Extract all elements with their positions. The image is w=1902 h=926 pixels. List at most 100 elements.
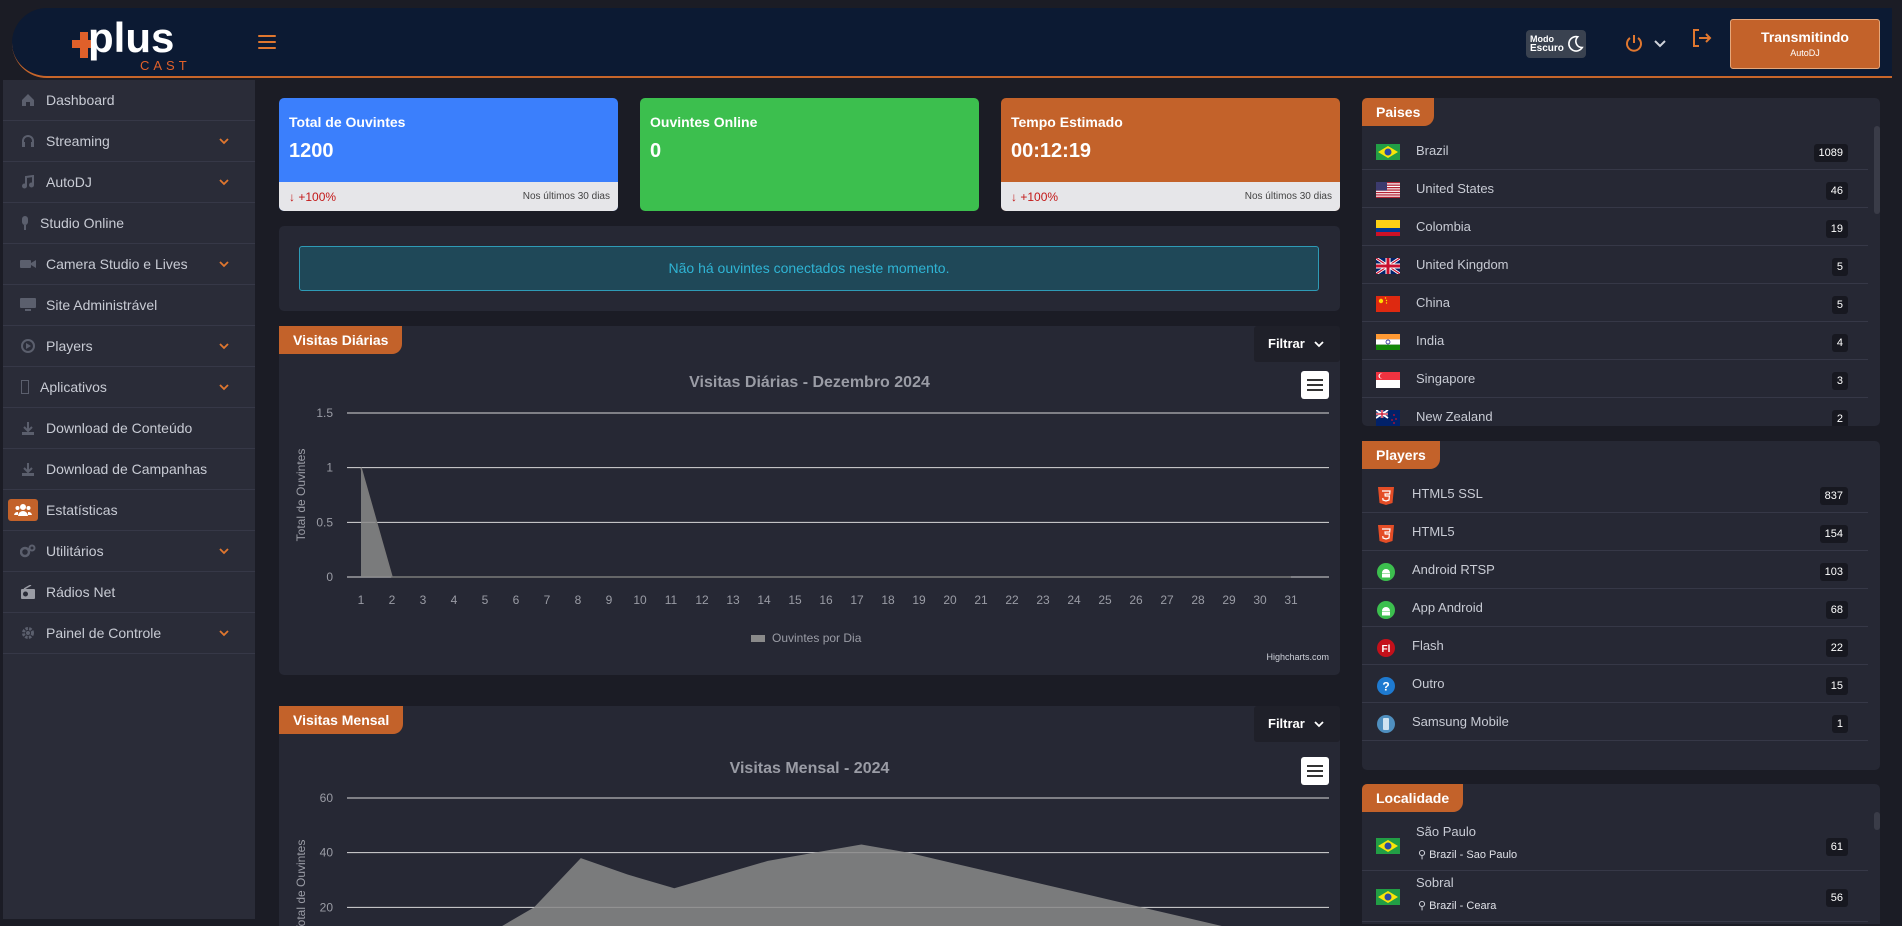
series-area bbox=[502, 844, 1222, 926]
sidebar-item-label: AutoDJ bbox=[46, 174, 92, 190]
arrow-down-icon: ↓ bbox=[1011, 190, 1017, 204]
player-row: Android RTSP 103 bbox=[1362, 551, 1868, 589]
logout-icon[interactable] bbox=[1690, 27, 1712, 49]
sidebar-item-painel-controle[interactable]: Painel de Controle bbox=[3, 613, 255, 654]
play-circle-icon bbox=[20, 338, 36, 354]
country-name: United States bbox=[1416, 181, 1495, 196]
power-icon[interactable] bbox=[1624, 33, 1644, 53]
broadcast-status-button[interactable]: Transmitindo AutoDJ bbox=[1730, 19, 1880, 69]
sidebar-item-streaming[interactable]: Streaming bbox=[3, 121, 255, 162]
monthly-filter-button[interactable]: Filtrar bbox=[1254, 706, 1340, 742]
sidebar-item-autodj[interactable]: AutoDJ bbox=[3, 162, 255, 203]
header-bar: plus CAST Modo Escuro Transmitindo AutoD… bbox=[12, 8, 1892, 78]
monitor-icon bbox=[20, 297, 36, 313]
country-name: India bbox=[1416, 333, 1445, 348]
player-name: Android RTSP bbox=[1412, 562, 1495, 577]
chevron-down-icon bbox=[219, 261, 229, 268]
location-name: São Paulo bbox=[1416, 824, 1476, 839]
sidebar-item-label: Players bbox=[46, 338, 93, 354]
x-tick-label: 22 bbox=[1005, 593, 1019, 607]
x-tick-label: 23 bbox=[1036, 593, 1050, 607]
stat-delta-text: +100% bbox=[298, 190, 337, 204]
sidebar-item-camera-studio[interactable]: Camera Studio e Lives bbox=[3, 244, 255, 285]
sidebar-item-site-admin[interactable]: Site Administrável bbox=[3, 285, 255, 326]
stat-title: Total de Ouvintes bbox=[289, 114, 406, 130]
sidebar-item-radios-net[interactable]: Rádios Net bbox=[3, 572, 255, 613]
users-icon bbox=[8, 499, 38, 521]
country-row: New Zealand 2 bbox=[1362, 398, 1868, 426]
sidebar-item-download-conteudo[interactable]: Download de Conteúdo bbox=[3, 408, 255, 449]
chevron-down-icon bbox=[219, 384, 229, 391]
chart-menu-icon[interactable] bbox=[1301, 371, 1329, 399]
country-count-badge: 3 bbox=[1831, 372, 1848, 390]
location-count-badge: 56 bbox=[1825, 889, 1848, 907]
sidebar-item-aplicativos[interactable]: Aplicativos bbox=[3, 367, 255, 408]
dark-mode-toggle[interactable]: Modo Escuro bbox=[1526, 30, 1586, 58]
series-line bbox=[360, 467, 1291, 578]
legend-swatch bbox=[751, 635, 765, 642]
pluscast-logo[interactable]: plus CAST bbox=[70, 12, 220, 76]
music-note-icon bbox=[20, 174, 36, 190]
player-name: Samsung Mobile bbox=[1412, 714, 1509, 729]
stat-footer: ↓ +100% Nos últimos 30 dias bbox=[279, 182, 618, 211]
x-tick-label: 27 bbox=[1160, 593, 1174, 607]
sidebar-item-download-campanhas[interactable]: Download de Campanhas bbox=[3, 449, 255, 490]
players-panel: Players HTML5 SSL 837 HTML5 154 Android RTSP… bbox=[1362, 441, 1880, 770]
scrollbar[interactable] bbox=[1874, 812, 1880, 830]
logo-cast-text: CAST bbox=[140, 58, 191, 73]
player-count-badge: 837 bbox=[1819, 487, 1848, 505]
chevron-down-icon[interactable] bbox=[1654, 39, 1666, 49]
player-name: Outro bbox=[1412, 676, 1445, 691]
sidebar-item-utilitarios[interactable]: Utilitários bbox=[3, 531, 255, 572]
microphone-icon bbox=[20, 215, 30, 231]
location-subtitle-text: Brazil - Sao Paulo bbox=[1429, 849, 1518, 861]
chevron-down-icon bbox=[1314, 721, 1324, 728]
html5-icon bbox=[1378, 525, 1394, 543]
flag-colombia-icon bbox=[1376, 220, 1400, 236]
flag-india-icon bbox=[1376, 334, 1400, 350]
mobile-icon bbox=[20, 379, 30, 395]
flag-us-icon bbox=[1376, 182, 1400, 198]
sidebar-item-label: Studio Online bbox=[40, 215, 125, 231]
players-tag: Players bbox=[1362, 441, 1440, 469]
country-name: Singapore bbox=[1416, 371, 1476, 386]
x-tick-label: 14 bbox=[757, 593, 771, 607]
chart-menu-icon[interactable] bbox=[1301, 757, 1329, 785]
x-tick-label: 28 bbox=[1191, 593, 1205, 607]
location-name: Sobral bbox=[1416, 875, 1454, 890]
country-name: China bbox=[1416, 295, 1450, 310]
sidebar-item-studio-online[interactable]: Studio Online bbox=[3, 203, 255, 244]
player-row: Samsung Mobile 1 bbox=[1362, 703, 1868, 741]
sidebar-item-dashboard[interactable]: Dashboard bbox=[3, 80, 255, 121]
sidebar-item-players[interactable]: Players bbox=[3, 326, 255, 367]
country-row: United States 46 bbox=[1362, 170, 1868, 208]
sidebar-item-label: Download de Conteúdo bbox=[46, 420, 193, 436]
x-tick-label: 11 bbox=[665, 593, 678, 607]
stat-delta-text: +100% bbox=[1020, 190, 1059, 204]
sidebar-item-estatisticas[interactable]: Estatísticas bbox=[3, 490, 255, 531]
x-tick-label: 17 bbox=[850, 593, 864, 607]
country-count-badge: 46 bbox=[1825, 182, 1848, 200]
country-count-badge: 5 bbox=[1831, 258, 1848, 276]
x-tick-label: 31 bbox=[1284, 593, 1298, 607]
question-icon: ? bbox=[1377, 677, 1395, 695]
stat-card-total-ouvintes: Total de Ouvintes 1200 ↓ +100% Nos últim… bbox=[279, 98, 618, 211]
flag-china-icon bbox=[1376, 296, 1400, 312]
dark-mode-label-2: Escuro bbox=[1530, 43, 1564, 54]
daily-filter-button[interactable]: Filtrar bbox=[1254, 326, 1340, 362]
chevron-down-icon bbox=[219, 630, 229, 637]
countries-panel: Paises Brazil 1089 United States 46 Colombia… bbox=[1362, 98, 1880, 426]
scrollbar[interactable] bbox=[1874, 126, 1880, 214]
country-row: Singapore 3 bbox=[1362, 360, 1868, 398]
x-tick-label: 10 bbox=[633, 593, 647, 607]
sidebar-item-label: Utilitários bbox=[46, 543, 104, 559]
arrow-down-icon: ↓ bbox=[289, 190, 295, 204]
alert-panel: Não há ouvintes conectados neste momento… bbox=[279, 226, 1340, 311]
country-count-badge: 5 bbox=[1831, 296, 1848, 314]
y-tick-label: 40 bbox=[320, 846, 334, 860]
stat-value: 00:12:19 bbox=[1011, 140, 1092, 162]
hamburger-menu-icon[interactable] bbox=[258, 35, 276, 49]
x-tick-label: 25 bbox=[1098, 593, 1112, 607]
stat-delta: ↓ +100% bbox=[289, 190, 336, 204]
y-axis-label: Total de Ouvintes bbox=[294, 840, 308, 926]
